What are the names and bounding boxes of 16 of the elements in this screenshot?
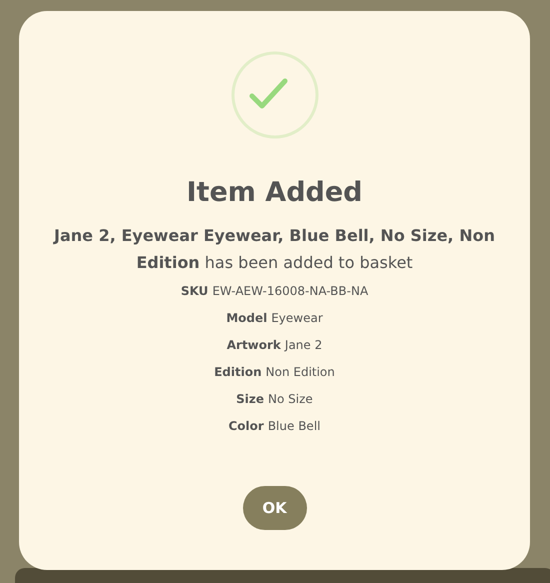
detail-label: Artwork (226, 336, 281, 354)
dialog-title: Item Added (186, 176, 362, 210)
detail-value: Blue Bell (268, 418, 320, 435)
detail-label: Model (226, 310, 268, 327)
dialog-message: Jane 2, Eyewear Eyewear, Blue Bell, No Size, Non Edition has been added to basket (52, 224, 496, 274)
detail-value: Eyewear (271, 310, 323, 327)
detail-label: SKU (180, 282, 208, 300)
detail-value: Jane 2 (284, 336, 322, 354)
detail-label: Size (236, 390, 264, 408)
detail-label: Edition (214, 364, 262, 381)
ok-button[interactable]: OK (242, 486, 306, 530)
detail-label: Color (228, 418, 264, 435)
detail-value: Non Edition (266, 364, 335, 381)
detail-value: EW-AEW-16008-NA-BB-NA (212, 282, 368, 300)
detail-value: No Size (268, 390, 313, 408)
check-circle-icon (230, 50, 320, 140)
